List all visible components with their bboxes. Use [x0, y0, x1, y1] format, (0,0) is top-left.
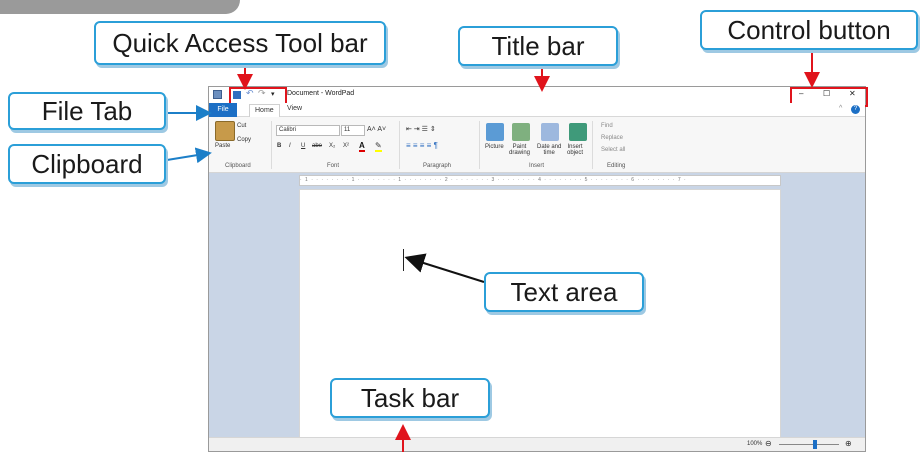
text-area-arrow: [404, 253, 485, 283]
control-button-callout: Control button: [700, 10, 918, 50]
quick-access-callout: Quick Access Tool bar: [94, 21, 386, 65]
clipboard-callout: Clipboard: [8, 144, 166, 184]
clipboard-arrow: [166, 147, 212, 164]
task-bar-callout: Task bar: [330, 378, 490, 418]
file-tab-callout: File Tab: [8, 92, 166, 130]
text-area-callout: Text area: [484, 272, 644, 312]
title-bar-callout: Title bar: [458, 26, 618, 66]
